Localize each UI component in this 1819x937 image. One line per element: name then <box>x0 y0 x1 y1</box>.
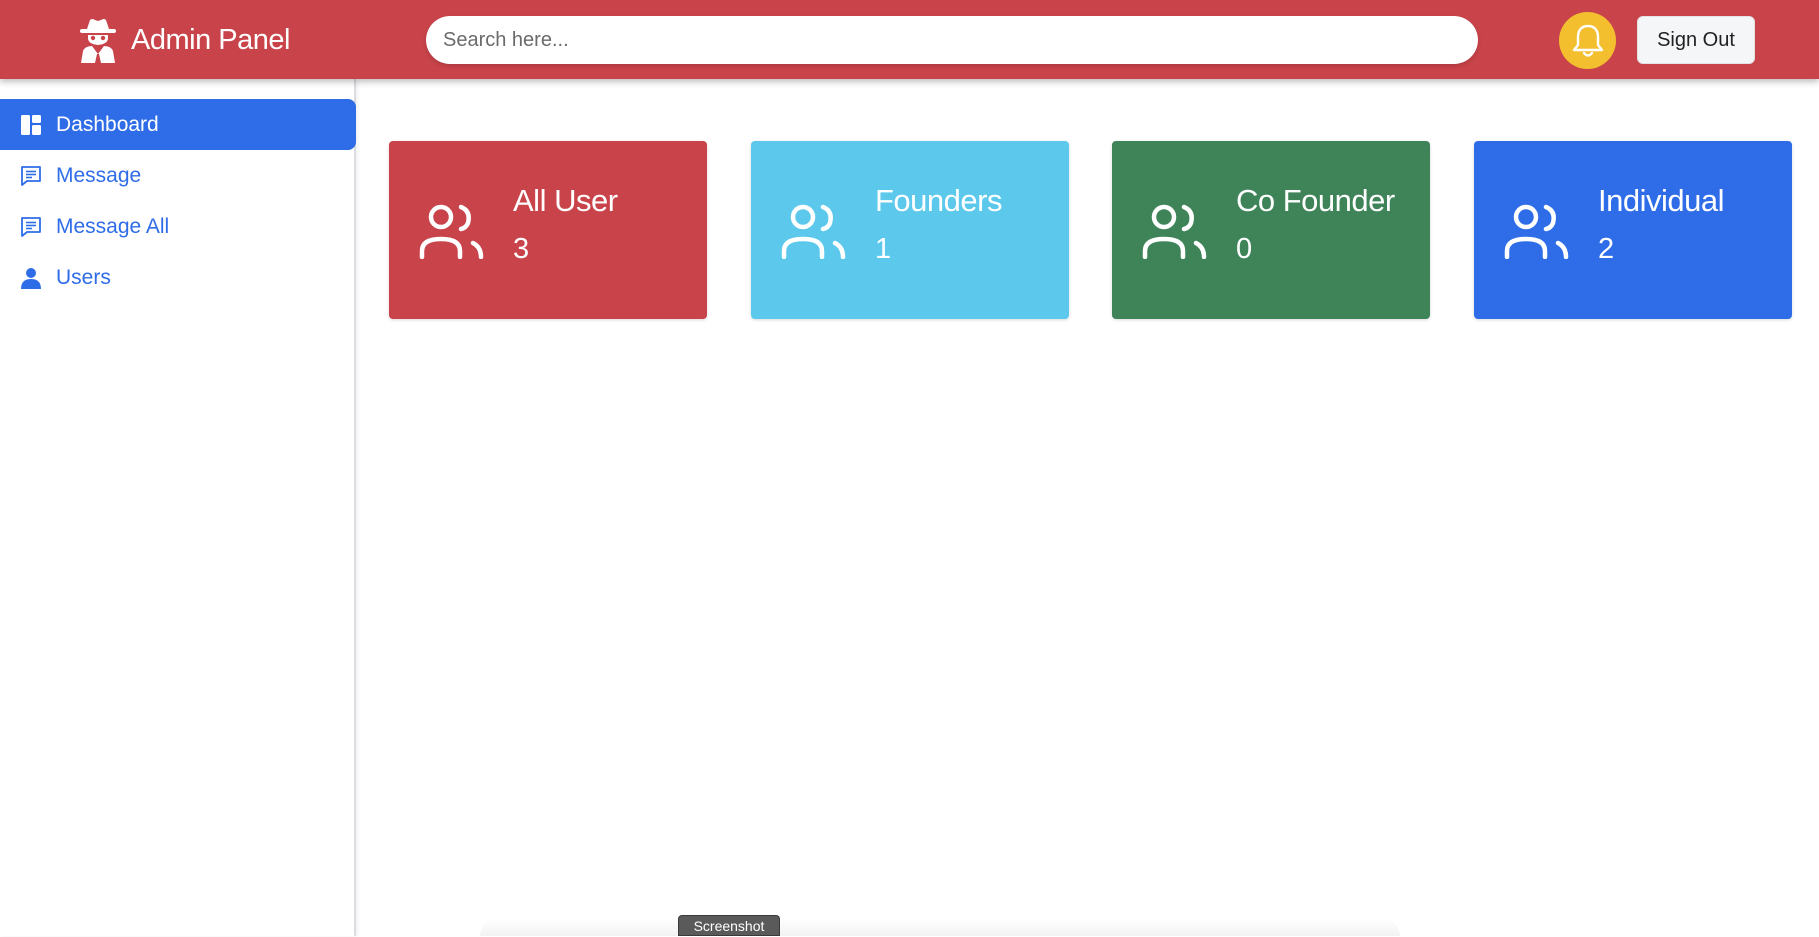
card-label: Co Founder <box>1236 183 1395 218</box>
bell-icon <box>1572 24 1603 57</box>
card-count: 1 <box>875 233 892 265</box>
notification-button[interactable] <box>1559 12 1616 69</box>
sidebar-item-users[interactable]: Users <box>0 252 356 303</box>
message-icon <box>21 165 41 186</box>
spy-agent-icon <box>80 19 116 63</box>
stat-card-founders[interactable]: Founders 1 <box>751 141 1069 319</box>
sidebar-item-label: Message All <box>56 214 170 238</box>
sidebar-item-label: Users <box>56 265 111 289</box>
sidebar-item-message[interactable]: Message <box>0 150 356 201</box>
dashboard-icon <box>21 114 41 135</box>
sidebar: Dashboard Message Message All Users <box>0 79 356 936</box>
brand[interactable]: Admin Panel <box>77 17 290 63</box>
stat-card-individual[interactable]: Individual 2 <box>1474 141 1792 319</box>
user-icon <box>21 267 41 289</box>
users-icon <box>1142 204 1207 259</box>
message-icon <box>21 216 41 237</box>
sidebar-item-dashboard[interactable]: Dashboard <box>0 99 356 150</box>
users-icon <box>1504 204 1569 259</box>
users-icon <box>419 204 484 259</box>
card-label: Individual <box>1598 183 1724 218</box>
users-icon <box>781 204 846 259</box>
screenshot-tooltip: Screenshot <box>678 915 780 936</box>
card-label: All User <box>513 183 618 218</box>
card-count: 0 <box>1236 233 1253 265</box>
sign-out-button[interactable]: Sign Out <box>1637 16 1755 64</box>
stat-card-all-user[interactable]: All User 3 <box>389 141 707 319</box>
sidebar-item-label: Dashboard <box>56 112 159 136</box>
brand-title: Admin Panel <box>131 23 290 56</box>
stat-card-co-founder[interactable]: Co Founder 0 <box>1112 141 1430 319</box>
card-count: 3 <box>513 233 530 265</box>
bottom-shadow <box>480 918 1400 936</box>
sidebar-item-message-all[interactable]: Message All <box>0 201 356 252</box>
card-label: Founders <box>875 183 1002 218</box>
sidebar-item-label: Message <box>56 163 142 187</box>
search-input[interactable] <box>426 16 1478 64</box>
top-navbar: Admin Panel Sign Out <box>0 0 1819 79</box>
card-count: 2 <box>1598 233 1615 265</box>
